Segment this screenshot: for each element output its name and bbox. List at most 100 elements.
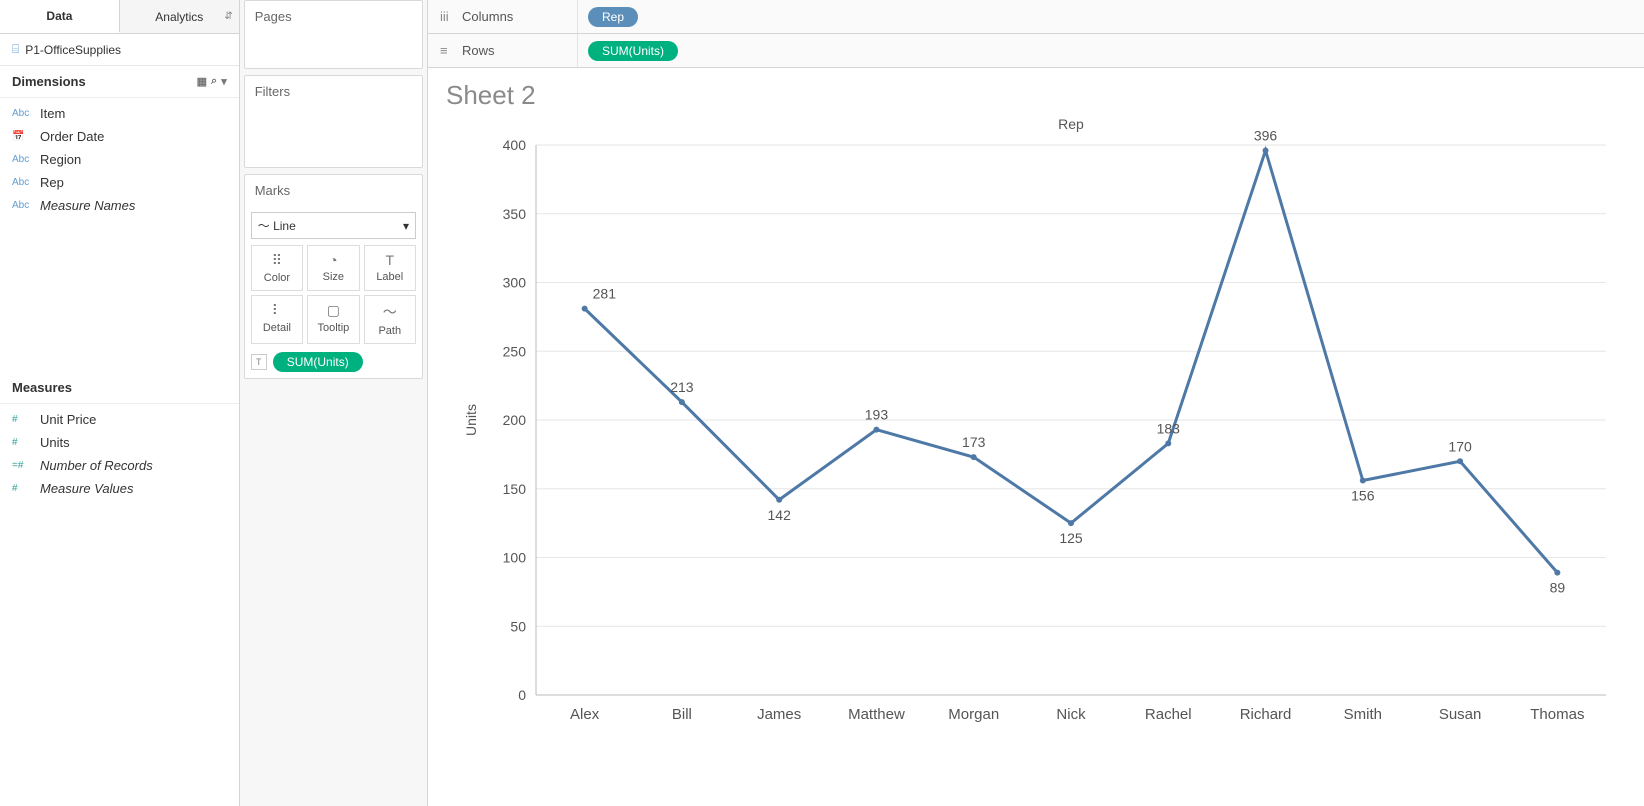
date-icon: 📅 (12, 131, 34, 142)
data-point (873, 427, 879, 433)
data-label: 281 (593, 286, 617, 302)
y-tick: 250 (503, 343, 527, 359)
text-icon: Abc (12, 108, 34, 119)
measures-header: Measures (0, 372, 239, 404)
data-point (1068, 520, 1074, 526)
measure-field[interactable]: #Measure Values (0, 477, 239, 500)
mark-path-button[interactable]: 〜Path (364, 295, 416, 344)
data-point (582, 306, 588, 312)
rows-shelf[interactable]: ≡ Rows SUM(Units) (428, 34, 1644, 68)
dimension-field[interactable]: 📅 Order Date (0, 125, 239, 148)
field-name: Order Date (40, 129, 104, 144)
line-icon: 〜 (258, 219, 270, 233)
mark-label-button[interactable]: TLabel (364, 245, 416, 291)
datasource-row[interactable]: ⌸ P1-OfficeSupplies (0, 34, 239, 66)
columns-label: Columns (462, 9, 513, 24)
chevron-down-icon: ▾ (403, 219, 409, 233)
number-icon: # (12, 414, 34, 425)
datasource-icon: ⌸ (12, 42, 19, 57)
data-label: 396 (1254, 128, 1278, 144)
field-name: Measure Names (40, 198, 135, 213)
x-tick: Thomas (1530, 706, 1584, 723)
field-name: Measure Values (40, 481, 133, 496)
mark-tooltip-button[interactable]: ▢Tooltip (307, 295, 359, 344)
filters-card[interactable]: Filters (244, 75, 423, 168)
x-tick: Rachel (1145, 706, 1192, 723)
dimensions-header: Dimensions ▦ ⌕ ▾ (0, 66, 239, 98)
y-tick: 300 (503, 275, 527, 291)
menu-caret-icon[interactable]: ▾ (221, 75, 227, 88)
dimension-field[interactable]: Abc Region (0, 148, 239, 171)
text-icon: Abc (12, 200, 34, 211)
cards-panel: Pages Filters Marks 〜 Line ▾ ⠿Color ◔Siz… (240, 0, 428, 806)
data-label: 183 (1157, 420, 1181, 436)
data-point (971, 454, 977, 460)
x-tick: James (757, 706, 801, 723)
columns-shelf[interactable]: iii Columns Rep (428, 0, 1644, 34)
text-icon: Abc (12, 154, 34, 165)
y-tick: 0 (518, 687, 526, 703)
field-name: Units (40, 435, 70, 450)
data-label: 170 (1448, 438, 1472, 454)
rows-label: Rows (462, 43, 495, 58)
measure-field[interactable]: =#Number of Records (0, 454, 239, 477)
x-tick: Morgan (948, 706, 999, 723)
data-label: 213 (670, 379, 694, 395)
marks-card: Marks 〜 Line ▾ ⠿Color ◔Size TLabel ⠇Deta… (244, 174, 423, 379)
mark-type-select[interactable]: 〜 Line ▾ (251, 212, 416, 239)
data-point (1360, 478, 1366, 484)
mark-color-button[interactable]: ⠿Color (251, 245, 303, 291)
x-tick: Bill (672, 706, 692, 723)
y-tick: 400 (503, 137, 527, 153)
data-point (679, 399, 685, 405)
chart: Rep050100150200250300350400UnitsAlexBill… (446, 115, 1626, 755)
main-area: iiiColumns Rep ≡Rows SUM(Units) Sheet 2 … (428, 0, 1644, 806)
x-tick: Nick (1056, 706, 1086, 723)
field-name: Rep (40, 175, 64, 190)
columns-pill[interactable]: Rep (588, 7, 638, 27)
data-label: 193 (865, 407, 889, 423)
measure-field[interactable]: # Unit Price (0, 408, 239, 431)
sheet-title[interactable]: Sheet 2 (446, 80, 1626, 111)
color-icon: ⠿ (254, 252, 300, 269)
dropdown-icon: ⇵ (224, 11, 232, 22)
tab-analytics[interactable]: Analytics⇵ (120, 0, 239, 33)
data-label: 173 (962, 434, 986, 450)
data-label: 142 (768, 507, 792, 523)
y-tick: 50 (510, 618, 526, 634)
rows-pill[interactable]: SUM(Units) (588, 41, 678, 61)
mark-size-button[interactable]: ◔Size (307, 245, 359, 291)
data-label: 156 (1351, 488, 1375, 504)
data-point (1165, 440, 1171, 446)
measures-list: # Unit Price #Units=#Number of Records#Mea… (0, 404, 239, 504)
dimensions-label: Dimensions (12, 74, 86, 89)
dimension-field[interactable]: AbcRep (0, 171, 239, 194)
columns-icon: iii (440, 9, 454, 24)
field-name: Item (40, 106, 65, 121)
data-label: 125 (1059, 530, 1083, 546)
detail-icon: ⠇ (254, 302, 300, 319)
data-point (776, 497, 782, 503)
filters-title: Filters (245, 76, 422, 107)
data-label: 89 (1550, 580, 1566, 596)
field-name: Region (40, 152, 81, 167)
measure-field[interactable]: #Units (0, 431, 239, 454)
pages-title: Pages (245, 1, 422, 32)
field-name: Unit Price (40, 412, 96, 427)
data-point (1263, 148, 1269, 154)
label-pill-row[interactable]: T SUM(Units) (251, 352, 416, 372)
view-icon[interactable]: ▦ (197, 75, 207, 88)
dimension-field[interactable]: Abc Measure Names (0, 194, 239, 217)
path-icon: 〜 (367, 302, 413, 322)
datasource-name: P1-OfficeSupplies (25, 43, 121, 57)
y-axis-label: Units (463, 404, 479, 436)
dimension-field[interactable]: Abc Item (0, 102, 239, 125)
pages-card[interactable]: Pages (244, 0, 423, 69)
search-icon[interactable]: ⌕ (211, 75, 217, 88)
mark-type-value: Line (273, 219, 296, 233)
tab-data[interactable]: Data (0, 0, 120, 33)
data-point (1457, 458, 1463, 464)
label-pill[interactable]: SUM(Units) (273, 352, 363, 372)
mark-detail-button[interactable]: ⠇Detail (251, 295, 303, 344)
rows-icon: ≡ (440, 43, 454, 58)
